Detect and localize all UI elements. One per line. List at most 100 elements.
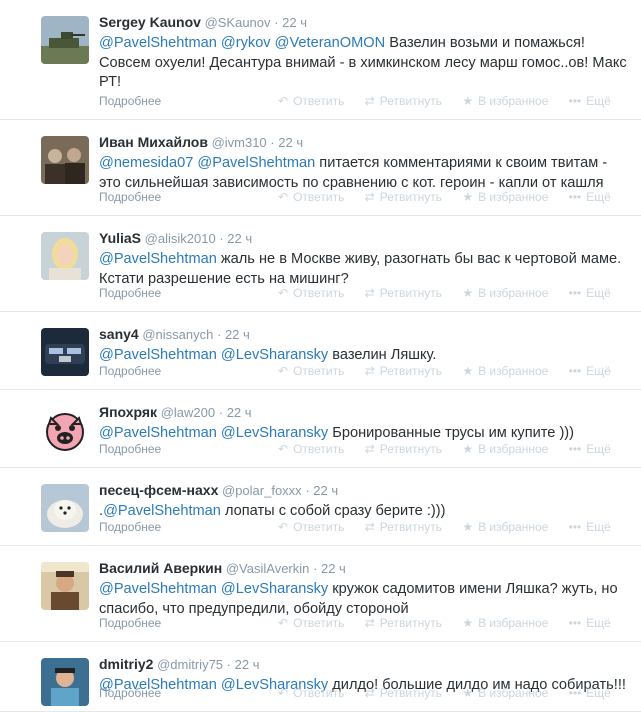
favorite-button[interactable]: ★ В избранное xyxy=(462,686,548,700)
mention-link[interactable]: @LevSharansky xyxy=(221,581,328,597)
avatar[interactable] xyxy=(41,658,89,706)
user-fullname[interactable]: YuliaS xyxy=(99,230,141,246)
user-handle[interactable]: @law200 xyxy=(161,405,215,420)
retweet-button[interactable]: ⇄ Ретвитнуть xyxy=(365,94,442,108)
reply-button[interactable]: ↶ Ответить xyxy=(278,686,344,700)
user-fullname[interactable]: Япохряк xyxy=(99,404,157,420)
more-button[interactable]: ••• Ещё xyxy=(569,94,611,108)
more-dots-icon: ••• xyxy=(568,442,582,456)
favorite-button[interactable]: ★ В избранное xyxy=(462,616,548,630)
favorite-button[interactable]: ★ В избранное xyxy=(462,94,548,108)
user-fullname[interactable]: Иван Михайлов xyxy=(99,134,208,150)
mention-link[interactable]: @PavelShehtman xyxy=(99,35,217,51)
expand-link[interactable]: Подробнее xyxy=(99,94,161,108)
tweet-item[interactable]: sany4 @nissanych · 22 ч @PavelShehtman @… xyxy=(0,312,641,390)
user-fullname[interactable]: песец-фсем-нахх xyxy=(99,482,218,498)
avatar[interactable] xyxy=(41,406,89,454)
tweet-timestamp[interactable]: 22 ч xyxy=(227,231,252,246)
star-icon: ★ xyxy=(462,190,474,204)
expand-link[interactable]: Подробнее xyxy=(99,190,161,204)
mention-link[interactable]: @LevSharansky xyxy=(221,425,328,441)
favorite-button[interactable]: ★ В избранное xyxy=(462,442,548,456)
tweet-item[interactable]: dmitriy2 @dmitriy75 · 22 ч @PavelShehtma… xyxy=(0,642,641,712)
reply-button[interactable]: ↶ Ответить xyxy=(278,364,344,378)
retweet-icon: ⇄ xyxy=(364,190,375,204)
retweet-button[interactable]: ⇄ Ретвитнуть xyxy=(365,286,442,300)
tweet-header: Sergey Kaunov @SKaunov · 22 ч xyxy=(99,14,631,31)
retweet-button[interactable]: ⇄ Ретвитнуть xyxy=(365,686,442,700)
favorite-button[interactable]: ★ В избранное xyxy=(462,364,548,378)
tweet-timestamp[interactable]: 22 ч xyxy=(278,135,303,150)
tweet-content: Иван Михайлов @ivm310 · 22 ч @nemesida07… xyxy=(99,134,631,193)
retweet-button[interactable]: ⇄ Ретвитнуть xyxy=(365,616,442,630)
avatar[interactable] xyxy=(41,232,89,280)
user-handle[interactable]: @SKaunov xyxy=(205,15,271,30)
expand-link[interactable]: Подробнее xyxy=(99,520,161,534)
user-handle[interactable]: @dmitriy75 xyxy=(157,657,223,672)
retweet-button[interactable]: ⇄ Ретвитнуть xyxy=(365,442,442,456)
mention-link[interactable]: @nemesida07 xyxy=(99,155,193,171)
tweet-item[interactable]: Василий Аверкин @VasilAverkin · 22 ч @Pa… xyxy=(0,546,641,642)
more-button[interactable]: ••• Ещё xyxy=(569,616,611,630)
user-fullname[interactable]: Sergey Kaunov xyxy=(99,14,201,30)
avatar[interactable] xyxy=(41,136,89,184)
retweet-button[interactable]: ⇄ Ретвитнуть xyxy=(365,190,442,204)
reply-button[interactable]: ↶ Ответить xyxy=(278,286,344,300)
favorite-button[interactable]: ★ В избранное xyxy=(462,286,548,300)
mention-link[interactable]: @LevSharansky xyxy=(221,347,328,363)
user-handle[interactable]: @VasilAverkin xyxy=(226,561,310,576)
avatar[interactable] xyxy=(41,562,89,610)
tweet-item[interactable]: Япохряк @law200 · 22 ч @PavelShehtman @L… xyxy=(0,390,641,468)
more-button[interactable]: ••• Ещё xyxy=(569,442,611,456)
user-fullname[interactable]: dmitriy2 xyxy=(99,656,153,672)
user-fullname[interactable]: Василий Аверкин xyxy=(99,560,222,576)
tweet-timestamp[interactable]: 22 ч xyxy=(227,405,252,420)
reply-button[interactable]: ↶ Ответить xyxy=(278,94,344,108)
more-button[interactable]: ••• Ещё xyxy=(569,286,611,300)
expand-link[interactable]: Подробнее xyxy=(99,364,161,378)
user-handle[interactable]: @polar_foxxx xyxy=(222,483,302,498)
more-button[interactable]: ••• Ещё xyxy=(569,520,611,534)
avatar[interactable] xyxy=(41,484,89,532)
expand-link[interactable]: Подробнее xyxy=(99,286,161,300)
favorite-button[interactable]: ★ В избранное xyxy=(462,520,548,534)
favorite-label: В избранное xyxy=(478,364,549,378)
tweet-item[interactable]: Иван Михайлов @ivm310 · 22 ч @nemesida07… xyxy=(0,120,641,216)
mention-link[interactable]: @VeteranOMON xyxy=(275,35,386,51)
mention-link[interactable]: @PavelShehtman xyxy=(99,425,217,441)
user-handle[interactable]: @alisik2010 xyxy=(145,231,216,246)
user-handle[interactable]: @nissanych xyxy=(142,327,213,342)
tweet-timestamp[interactable]: 22 ч xyxy=(321,561,346,576)
retweet-button[interactable]: ⇄ Ретвитнуть xyxy=(365,520,442,534)
more-button[interactable]: ••• Ещё xyxy=(569,686,611,700)
tweet-item[interactable]: Sergey Kaunov @SKaunov · 22 ч @PavelSheh… xyxy=(0,0,641,120)
mention-link[interactable]: @PavelShehtman xyxy=(99,251,217,267)
tweet-item[interactable]: YuliaS @alisik2010 · 22 ч @PavelShehtman… xyxy=(0,216,641,312)
avatar[interactable] xyxy=(41,328,89,376)
tweet-item[interactable]: песец-фсем-нахх @polar_foxxx · 22 ч .@Pa… xyxy=(0,468,641,546)
retweet-icon: ⇄ xyxy=(364,616,375,630)
reply-button[interactable]: ↶ Ответить xyxy=(278,190,344,204)
retweet-button[interactable]: ⇄ Ретвитнуть xyxy=(365,364,442,378)
tweet-timestamp[interactable]: 22 ч xyxy=(235,657,260,672)
tweet-timestamp[interactable]: 22 ч xyxy=(282,15,307,30)
reply-button[interactable]: ↶ Ответить xyxy=(278,520,344,534)
mention-link[interactable]: @PavelShehtman xyxy=(99,581,217,597)
user-fullname[interactable]: sany4 xyxy=(99,326,139,342)
more-button[interactable]: ••• Ещё xyxy=(569,190,611,204)
favorite-button[interactable]: ★ В избранное xyxy=(462,190,548,204)
reply-button[interactable]: ↶ Ответить xyxy=(278,442,344,456)
mention-link[interactable]: @PavelShehtman xyxy=(103,503,221,519)
tweet-timestamp[interactable]: 22 ч xyxy=(313,483,338,498)
expand-link[interactable]: Подробнее xyxy=(99,686,161,700)
mention-link[interactable]: @PavelShehtman xyxy=(99,347,217,363)
more-button[interactable]: ••• Ещё xyxy=(569,364,611,378)
user-handle[interactable]: @ivm310 xyxy=(212,135,267,150)
avatar[interactable] xyxy=(41,16,89,64)
reply-button[interactable]: ↶ Ответить xyxy=(278,616,344,630)
tweet-timestamp[interactable]: 22 ч xyxy=(225,327,250,342)
mention-link[interactable]: @rykov xyxy=(221,35,271,51)
expand-link[interactable]: Подробнее xyxy=(99,616,161,630)
expand-link[interactable]: Подробнее xyxy=(99,442,161,456)
mention-link[interactable]: @PavelShehtman xyxy=(197,155,315,171)
